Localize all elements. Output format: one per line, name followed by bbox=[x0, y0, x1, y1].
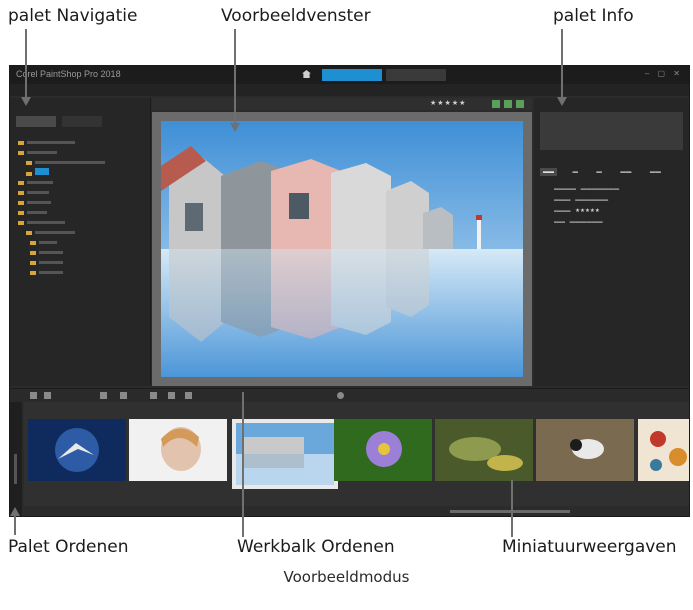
folder-icon bbox=[18, 180, 24, 185]
thumbnail[interactable] bbox=[129, 419, 227, 481]
callout-organizer-toolbar: Werkbalk Ordenen bbox=[237, 537, 395, 557]
view-button[interactable] bbox=[492, 100, 500, 108]
rating-stars[interactable]: ★★★★★ bbox=[430, 98, 466, 110]
navigation-palette bbox=[10, 98, 151, 386]
app-title: Corel PaintShop Pro 2018 bbox=[16, 69, 121, 79]
info-camera-panel bbox=[540, 112, 683, 150]
window-controls[interactable]: – ▢ ✕ bbox=[645, 69, 683, 78]
tab-manage-mode[interactable] bbox=[322, 69, 382, 81]
folder-icon bbox=[18, 140, 24, 145]
star-icon[interactable]: ★★★★★ bbox=[575, 208, 600, 214]
folder-icon bbox=[26, 171, 32, 176]
organizer-palette-side bbox=[10, 402, 22, 516]
callout-arrow bbox=[230, 123, 240, 132]
toolbar-icon[interactable] bbox=[168, 392, 175, 399]
callout-organizer: Palet Ordenen bbox=[8, 537, 129, 557]
nav-tabs bbox=[16, 114, 150, 132]
figure-caption: Voorbeeldmodus bbox=[283, 568, 410, 586]
folder-icon bbox=[30, 240, 36, 245]
folder-tree bbox=[10, 138, 150, 278]
tree-item[interactable] bbox=[10, 178, 150, 188]
callout-line bbox=[14, 515, 16, 535]
callout-line bbox=[234, 29, 236, 125]
preview-toolbar: ★★★★★ bbox=[152, 98, 532, 110]
tree-item[interactable] bbox=[10, 198, 150, 208]
callout-preview: Voorbeeldvenster bbox=[221, 6, 371, 26]
tree-item[interactable] bbox=[10, 258, 150, 268]
thumbnail[interactable] bbox=[536, 419, 634, 481]
folder-icon bbox=[26, 230, 32, 235]
folder-icon bbox=[18, 150, 24, 155]
tree-item[interactable] bbox=[10, 248, 150, 258]
tab-computer[interactable] bbox=[62, 116, 103, 127]
tab-edit-mode[interactable] bbox=[386, 69, 446, 81]
callout-arrow bbox=[10, 507, 20, 516]
callout-line bbox=[242, 392, 244, 537]
info-palette: ▬▬ ▬ ▬ ▬▬ ▬▬ ▬▬▬▬ ▬▬▬▬▬▬▬ ▬▬▬ ▬▬▬▬▬▬ ▬▬▬… bbox=[534, 98, 689, 386]
toolbar-icon[interactable] bbox=[337, 392, 344, 399]
thumbnail[interactable] bbox=[638, 419, 690, 481]
tab-general[interactable]: ▬▬ bbox=[540, 168, 557, 176]
view-button[interactable] bbox=[516, 100, 524, 108]
callout-line bbox=[511, 480, 513, 537]
preview-window bbox=[152, 112, 532, 386]
thumbnail[interactable] bbox=[28, 419, 126, 481]
tab-collections[interactable] bbox=[16, 116, 56, 127]
callout-info: palet Info bbox=[553, 6, 634, 26]
tree-item[interactable] bbox=[10, 188, 150, 198]
nav-header bbox=[10, 98, 150, 108]
thumbnail-strip bbox=[24, 402, 689, 506]
toolbar-icon[interactable] bbox=[100, 392, 107, 399]
callout-thumbnails: Miniatuurweergaven bbox=[502, 537, 677, 557]
tree-item[interactable] bbox=[10, 138, 150, 148]
toolbar-icon[interactable] bbox=[120, 392, 127, 399]
info-row: ▬▬▬ ★★★★★ bbox=[554, 208, 600, 214]
thumbnail-selected[interactable] bbox=[232, 419, 338, 489]
organizer-toolbar bbox=[10, 388, 689, 402]
folder-icon bbox=[26, 160, 32, 165]
callout-navigation: palet Navigatie bbox=[8, 6, 138, 26]
view-button[interactable] bbox=[504, 100, 512, 108]
thumbnail-scrollbar[interactable] bbox=[450, 510, 570, 513]
info-row: ▬▬▬ ▬▬▬▬▬▬ bbox=[554, 197, 609, 203]
folder-icon bbox=[30, 270, 36, 275]
folder-icon bbox=[30, 260, 36, 265]
tab-histogram[interactable]: ▬▬ bbox=[647, 168, 664, 176]
title-bar: Corel PaintShop Pro 2018 – ▢ ✕ bbox=[10, 66, 689, 84]
tree-item-selected[interactable] bbox=[10, 168, 150, 178]
tree-item[interactable] bbox=[10, 228, 150, 238]
tab-exif[interactable]: ▬ bbox=[569, 168, 581, 176]
toolbar-icon[interactable] bbox=[30, 392, 37, 399]
organizer-collapse-handle[interactable] bbox=[14, 454, 17, 484]
folder-icon bbox=[30, 250, 36, 255]
home-icon[interactable] bbox=[302, 70, 311, 78]
toolbar-icon[interactable] bbox=[185, 392, 192, 399]
callout-arrow bbox=[21, 97, 31, 106]
tree-item[interactable] bbox=[10, 238, 150, 248]
tree-item[interactable] bbox=[10, 148, 150, 158]
thumbnail[interactable] bbox=[435, 419, 533, 481]
callout-arrow bbox=[557, 97, 567, 106]
tree-item[interactable] bbox=[10, 218, 150, 228]
info-row: ▬▬▬▬ ▬▬▬▬▬▬▬ bbox=[554, 186, 620, 192]
tree-item[interactable] bbox=[10, 208, 150, 218]
tab-location[interactable]: ▬▬ bbox=[617, 168, 634, 176]
callout-line bbox=[561, 29, 563, 99]
callout-line bbox=[25, 29, 27, 99]
folder-icon bbox=[18, 210, 24, 215]
toolbar-icon[interactable] bbox=[150, 392, 157, 399]
thumbnail[interactable] bbox=[334, 419, 432, 481]
info-row: ▬▬ ▬▬▬▬▬▬ bbox=[554, 219, 603, 225]
folder-icon bbox=[18, 220, 24, 225]
folder-icon bbox=[18, 200, 24, 205]
tree-item[interactable] bbox=[10, 158, 150, 168]
application-window: Corel PaintShop Pro 2018 – ▢ ✕ ★★★★★ ▬▬ … bbox=[9, 65, 690, 517]
folder-icon bbox=[18, 190, 24, 195]
menu-bar bbox=[10, 84, 689, 96]
tree-item[interactable] bbox=[10, 268, 150, 278]
info-tabs: ▬▬ ▬ ▬ ▬▬ ▬▬ bbox=[540, 160, 683, 178]
tab-iptc[interactable]: ▬ bbox=[593, 168, 605, 176]
toolbar-icon[interactable] bbox=[44, 392, 51, 399]
preview-photo bbox=[161, 121, 523, 377]
